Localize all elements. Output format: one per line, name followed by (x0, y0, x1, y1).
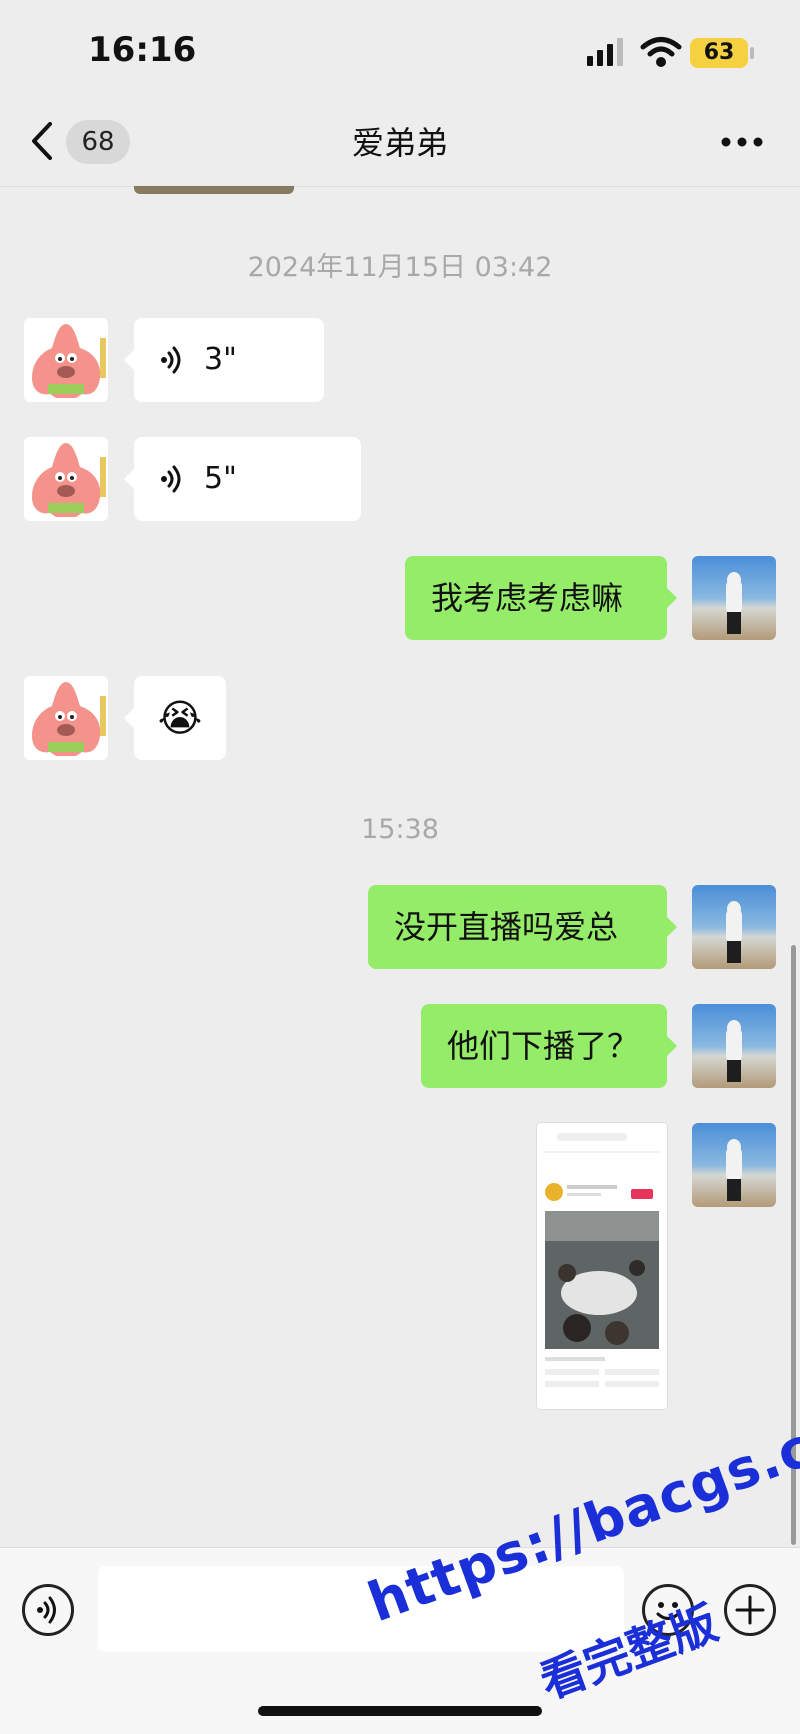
voice-wave-icon (161, 465, 181, 493)
voice-duration: 5" (204, 461, 237, 496)
contact-avatar[interactable] (24, 437, 108, 521)
patrick-star-icon (32, 443, 106, 517)
voice-wave-icon (161, 346, 181, 374)
home-indicator (258, 1706, 542, 1716)
beach-person-icon (726, 1139, 742, 1201)
my-avatar[interactable] (692, 885, 776, 969)
more-functions-button[interactable] (724, 1584, 776, 1636)
plus-icon (735, 1595, 765, 1625)
my-avatar[interactable] (692, 556, 776, 640)
partial-previous-image (134, 186, 294, 194)
voice-input-button[interactable] (22, 1584, 74, 1636)
more-options-icon[interactable] (720, 136, 764, 148)
my-avatar[interactable] (692, 1004, 776, 1088)
status-time: 16:16 (88, 30, 197, 70)
battery-tip (750, 47, 754, 59)
chat-header: 爱弟弟 68 (0, 100, 800, 187)
my-avatar[interactable] (692, 1123, 776, 1207)
patrick-star-icon (32, 324, 106, 398)
timestamp: 15:38 (361, 814, 439, 845)
patrick-star-icon (32, 682, 106, 756)
voice-duration: 3" (204, 342, 237, 377)
sent-text-bubble[interactable]: 我考虑考虑嘛 (405, 556, 677, 640)
voice-message-bubble[interactable]: 5" (124, 437, 361, 521)
timestamp: 2024年11月15日 03:42 (247, 252, 553, 283)
contact-avatar[interactable] (24, 676, 108, 760)
screenshot-thumbnail (537, 1123, 667, 1409)
beach-person-icon (726, 572, 742, 634)
battery-indicator: 63 (690, 38, 748, 68)
sent-text-bubble[interactable]: 他们下播了？ (421, 1004, 677, 1088)
back-chevron-icon[interactable] (28, 120, 58, 162)
emoji-message-bubble[interactable]: 😭 (124, 676, 226, 760)
cellular-signal-icon (587, 38, 623, 66)
screenshot-image-message[interactable] (537, 1123, 667, 1409)
voice-wave-icon (37, 1596, 56, 1624)
wifi-icon (640, 37, 682, 67)
beach-person-icon (726, 901, 742, 963)
beach-person-icon (726, 1020, 742, 1082)
contact-avatar[interactable] (24, 318, 108, 402)
unread-count-badge[interactable]: 68 (66, 120, 130, 164)
sent-text-bubble[interactable]: 没开直播吗爱总 (368, 885, 677, 969)
voice-message-bubble[interactable]: 3" (124, 318, 324, 402)
